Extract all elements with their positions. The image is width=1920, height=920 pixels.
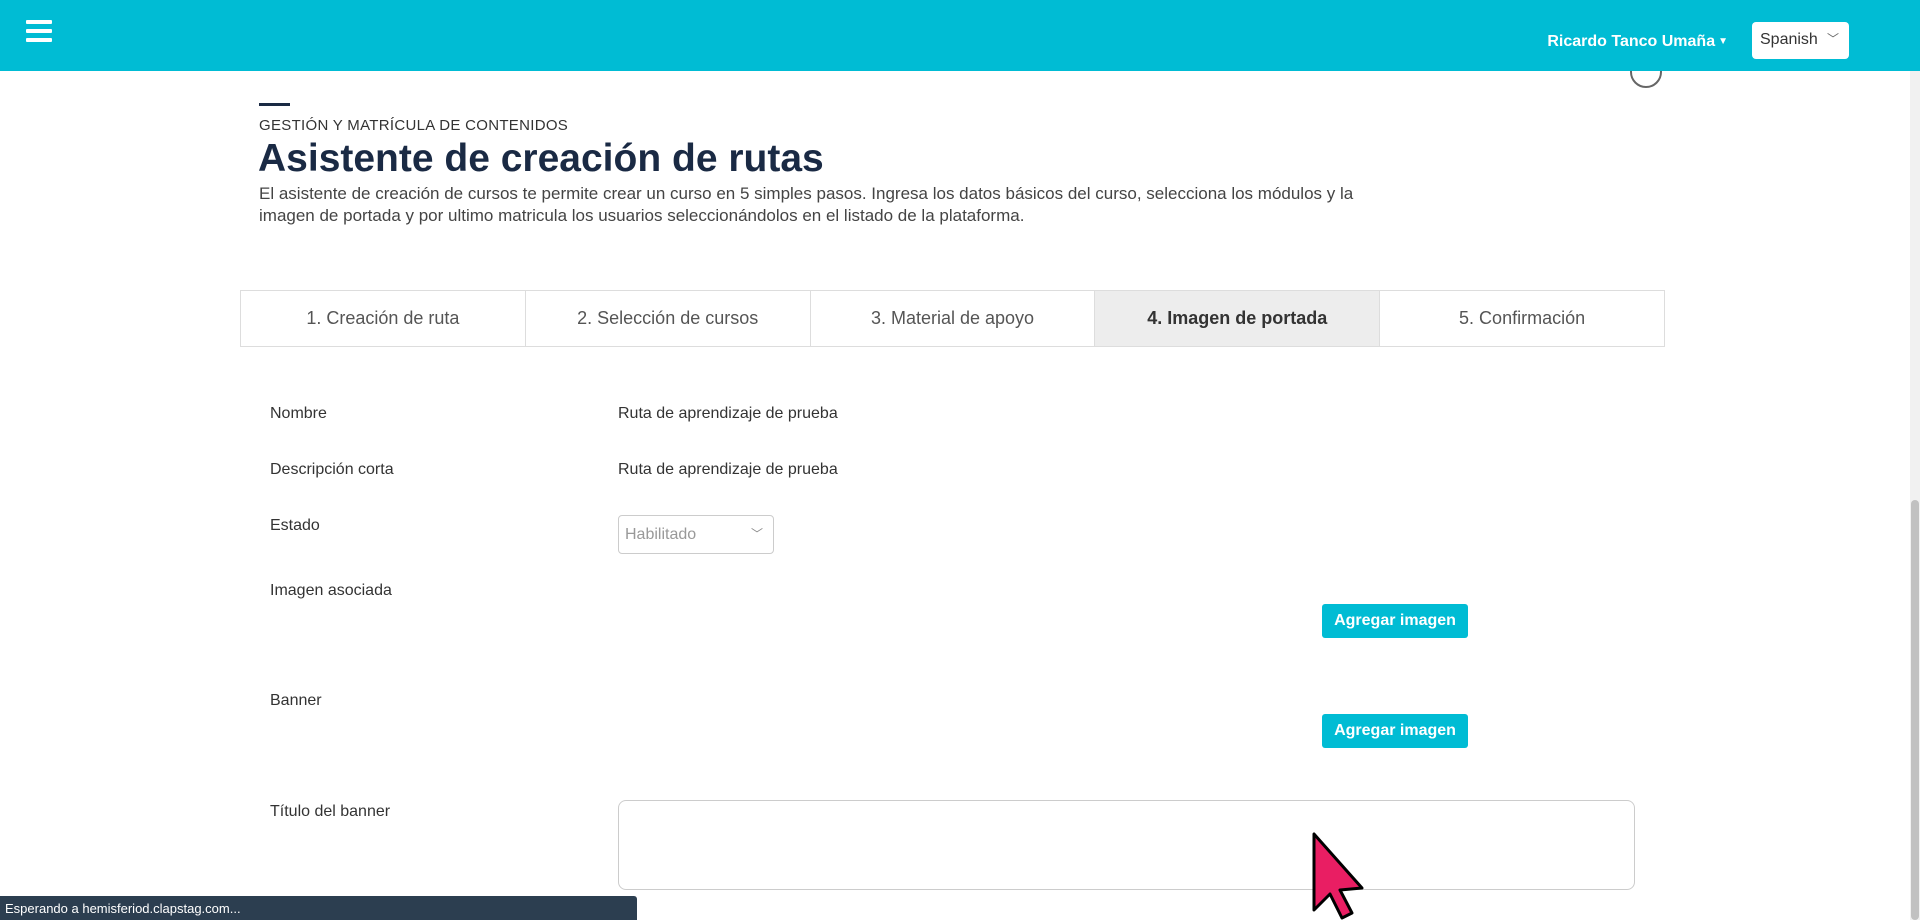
chevron-down-icon: ﹀ [750,527,763,541]
caret-down-icon: ▼ [1718,36,1728,47]
wizard-tabs: 1. Creación de ruta 2. Selección de curs… [240,290,1665,347]
tab-confirmacion[interactable]: 5. Confirmación [1379,290,1664,346]
user-name: Ricardo Tanco Umaña [1547,33,1716,50]
add-banner-image-button[interactable]: Agregar imagen [1322,714,1468,748]
banner-label: Banner [270,692,322,709]
hamburger-menu-icon[interactable] [26,20,52,44]
short-description-value: Ruta de aprendizaje de prueba [618,461,838,478]
description-line: imagen de portada y por ultimo matricula… [259,206,1025,225]
short-description-label: Descripción corta [270,461,394,478]
tab-material-apoyo[interactable]: 3. Material de apoyo [809,290,1095,346]
user-menu[interactable]: Ricardo Tanco Umaña ▼ [1547,33,1728,51]
top-navbar: Ricardo Tanco Umaña ▼ Spanish ﹀ [0,0,1920,71]
status-value: Habilitado [625,526,697,543]
tab-seleccion-cursos[interactable]: 2. Selección de cursos [524,290,810,346]
browser-status-bar: Esperando a hemisferiod.clapstag.com... [0,896,637,920]
chevron-down-icon: ﹀ [1826,32,1839,46]
name-value: Ruta de aprendizaje de prueba [618,405,838,422]
tab-creacion-ruta[interactable]: 1. Creación de ruta [241,290,525,346]
mouse-cursor-icon [1312,832,1364,920]
associated-image-label: Imagen asociada [270,582,392,599]
page-description: El asistente de creación de cursos te pe… [259,183,1559,227]
add-associated-image-button[interactable]: Agregar imagen [1322,604,1468,638]
section-eyebrow: GESTIÓN Y MATRÍCULA DE CONTENIDOS [259,117,569,134]
language-value: Spanish [1760,31,1818,48]
language-select[interactable]: Spanish ﹀ [1752,22,1849,59]
banner-title-input[interactable] [618,800,1635,890]
name-label: Nombre [270,405,327,422]
page-title: Asistente de creación de rutas [258,137,824,180]
scrollbar-thumb[interactable] [1911,500,1919,920]
banner-title-label: Título del banner [270,803,391,820]
description-line: El asistente de creación de cursos te pe… [259,184,1354,203]
title-accent-line [259,103,290,106]
tab-imagen-portada[interactable]: 4. Imagen de portada [1094,290,1380,346]
status-select[interactable]: Habilitado ﹀ [618,515,774,554]
status-label: Estado [270,517,320,534]
